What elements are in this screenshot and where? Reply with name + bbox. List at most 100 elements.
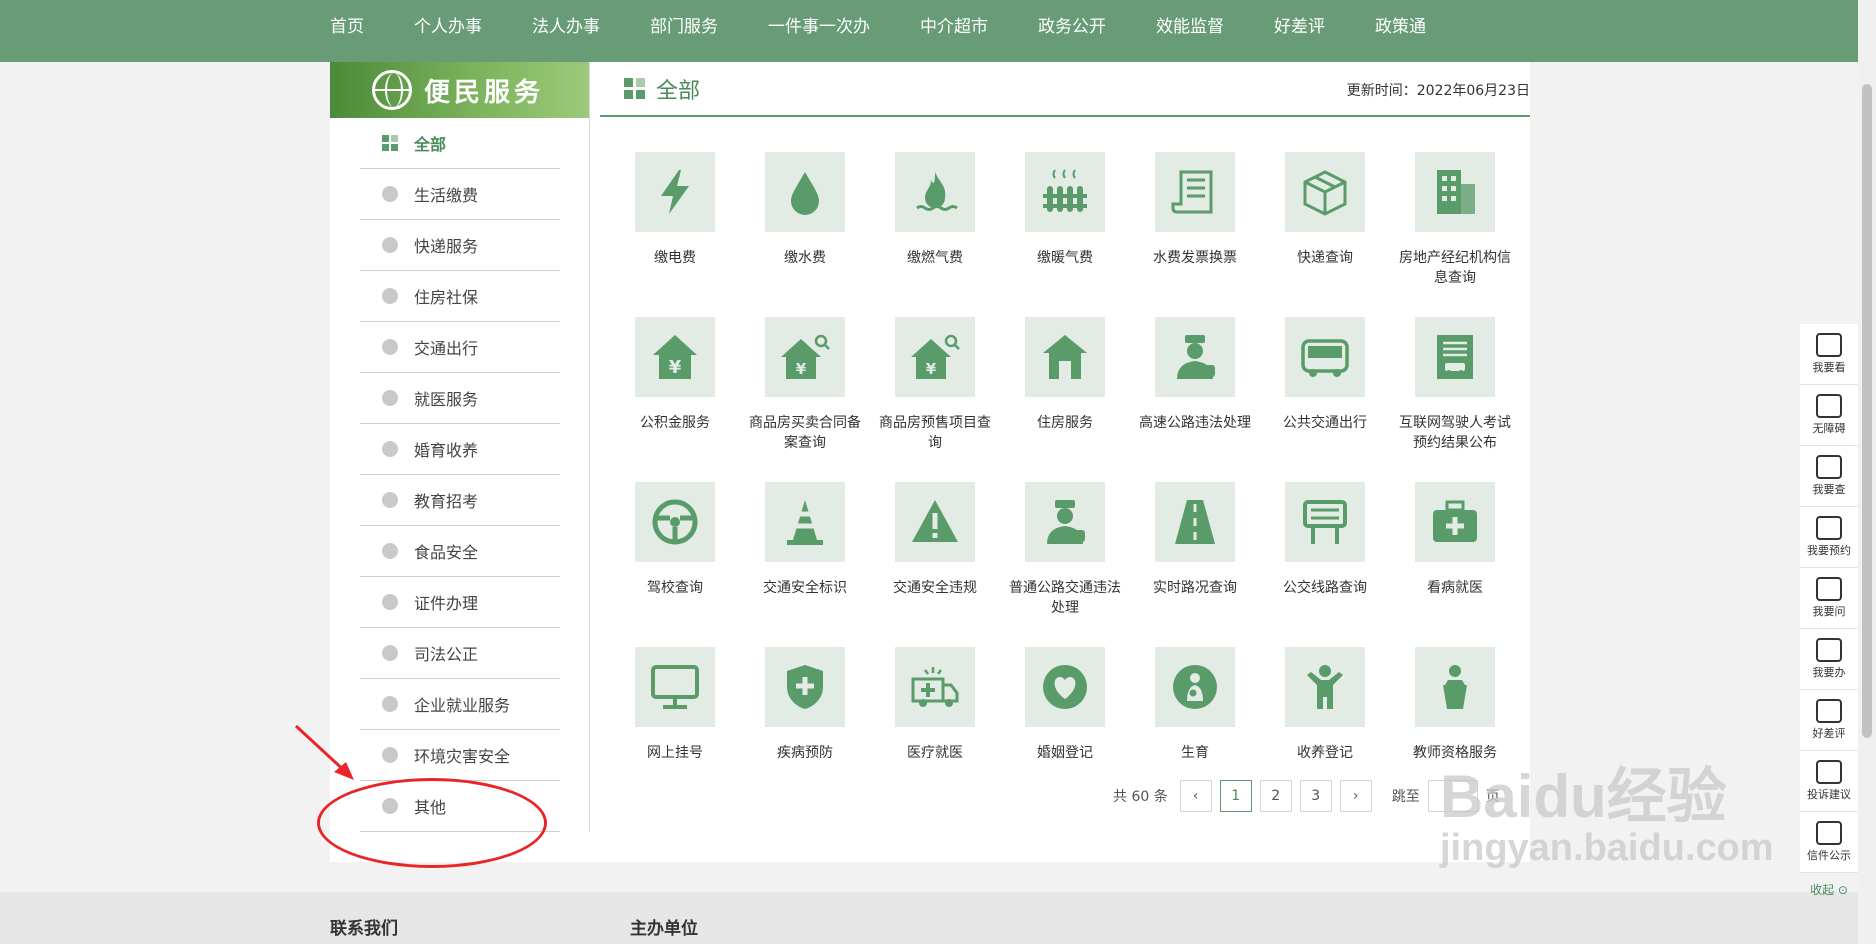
- service-tile[interactable]: 房地产经纪机构信息查询: [1390, 152, 1520, 317]
- shield-plus-icon[interactable]: [765, 647, 845, 727]
- right-toolbar-item[interactable]: 我要预约: [1800, 507, 1858, 568]
- sidebar-item[interactable]: 生活缴费: [360, 169, 560, 220]
- pager-prev-button[interactable]: ‹: [1179, 780, 1212, 812]
- sidebar-item[interactable]: 婚育收养: [360, 424, 560, 475]
- child-icon[interactable]: [1285, 647, 1365, 727]
- nav-item[interactable]: 好差评: [1274, 12, 1325, 37]
- service-label[interactable]: 住房服务: [1006, 413, 1124, 433]
- sidebar-item[interactable]: 交通出行: [360, 322, 560, 373]
- heart-icon[interactable]: [1025, 647, 1105, 727]
- road-icon[interactable]: [1155, 482, 1235, 562]
- service-label[interactable]: 水费发票换票: [1136, 248, 1254, 268]
- right-toolbar-item[interactable]: 我要办: [1800, 629, 1858, 690]
- sidebar-item[interactable]: 就医服务: [360, 373, 560, 424]
- teacher-podium-icon[interactable]: [1415, 647, 1495, 727]
- service-tile[interactable]: ¥ 公积金服务: [610, 317, 740, 482]
- nav-item[interactable]: 首页: [330, 12, 364, 37]
- right-toolbar-item[interactable]: 我要查: [1800, 446, 1858, 507]
- receipt-scroll-icon[interactable]: [1155, 152, 1235, 232]
- service-tile[interactable]: 交通安全标识: [740, 482, 870, 647]
- service-tile[interactable]: 看病就医: [1390, 482, 1520, 647]
- service-tile[interactable]: 公共交通出行: [1260, 317, 1390, 482]
- service-label[interactable]: 疾病预防: [746, 743, 864, 763]
- document-car-icon[interactable]: [1415, 317, 1495, 397]
- right-toolbar-item[interactable]: 我要看: [1800, 324, 1858, 385]
- service-tile[interactable]: 疾病预防: [740, 647, 870, 812]
- right-toolbar-item[interactable]: 无障碍: [1800, 385, 1858, 446]
- warning-triangle-icon[interactable]: [895, 482, 975, 562]
- nav-item[interactable]: 法人办事: [532, 12, 600, 37]
- service-label[interactable]: 缴暖气费: [1006, 248, 1124, 268]
- right-toolbar-item[interactable]: 好差评: [1800, 690, 1858, 751]
- sidebar-item[interactable]: 环境灾害安全: [360, 730, 560, 781]
- service-tile[interactable]: 缴燃气费: [870, 152, 1000, 317]
- steering-wheel-icon[interactable]: [635, 482, 715, 562]
- service-label[interactable]: 实时路况查询: [1136, 578, 1254, 598]
- mother-baby-icon[interactable]: [1155, 647, 1235, 727]
- service-label[interactable]: 驾校查询: [616, 578, 734, 598]
- house-search-icon[interactable]: ¥: [895, 317, 975, 397]
- nav-item[interactable]: 个人办事: [414, 12, 482, 37]
- sidebar-item[interactable]: 快递服务: [360, 220, 560, 271]
- parcel-box-icon[interactable]: [1285, 152, 1365, 232]
- house-yuan-icon[interactable]: ¥: [635, 317, 715, 397]
- service-label[interactable]: 公积金服务: [616, 413, 734, 433]
- collapse-button[interactable]: 收起 ⊙: [1800, 873, 1858, 905]
- service-label[interactable]: 医疗就医: [876, 743, 994, 763]
- scrollbar-thumb[interactable]: [1862, 84, 1872, 738]
- lightning-icon[interactable]: [635, 152, 715, 232]
- bus-icon[interactable]: [1285, 317, 1365, 397]
- service-label[interactable]: 看病就医: [1396, 578, 1514, 598]
- service-label[interactable]: 房地产经纪机构信息查询: [1396, 248, 1514, 288]
- service-tile[interactable]: ¥ 商品房买卖合同备案查询: [740, 317, 870, 482]
- house-icon[interactable]: [1025, 317, 1105, 397]
- sidebar-item[interactable]: 企业就业服务: [360, 679, 560, 730]
- service-label[interactable]: 公共交通出行: [1266, 413, 1384, 433]
- service-label[interactable]: 公交线路查询: [1266, 578, 1384, 598]
- service-tile[interactable]: 高速公路违法处理: [1130, 317, 1260, 482]
- service-label[interactable]: 收养登记: [1266, 743, 1384, 763]
- pager-next-button[interactable]: ›: [1339, 780, 1372, 812]
- bus-stop-sign-icon[interactable]: [1285, 482, 1365, 562]
- nav-item[interactable]: 政策通: [1375, 12, 1426, 37]
- service-label[interactable]: 普通公路交通违法处理: [1006, 578, 1124, 618]
- service-label[interactable]: 商品房预售项目查询: [876, 413, 994, 453]
- page-scrollbar[interactable]: [1858, 0, 1876, 944]
- ambulance-icon[interactable]: [895, 647, 975, 727]
- nav-item[interactable]: 中介超市: [920, 12, 988, 37]
- right-toolbar-item[interactable]: 信件公示: [1800, 812, 1858, 873]
- building-icon[interactable]: [1415, 152, 1495, 232]
- service-tile[interactable]: 互联网驾驶人考试预约结果公布: [1390, 317, 1520, 482]
- service-label[interactable]: 交通安全标识: [746, 578, 864, 598]
- service-tile[interactable]: 婚姻登记: [1000, 647, 1130, 812]
- service-label[interactable]: 缴燃气费: [876, 248, 994, 268]
- service-tile[interactable]: 住房服务: [1000, 317, 1130, 482]
- right-toolbar-item[interactable]: 投诉建议: [1800, 751, 1858, 812]
- house-search-icon[interactable]: ¥: [765, 317, 845, 397]
- service-tile[interactable]: 公交线路查询: [1260, 482, 1390, 647]
- sidebar-item[interactable]: 教育招考: [360, 475, 560, 526]
- pager-page-button[interactable]: 2: [1259, 780, 1292, 812]
- service-tile[interactable]: 交通安全违规: [870, 482, 1000, 647]
- service-label[interactable]: 婚姻登记: [1006, 743, 1124, 763]
- nav-item[interactable]: 政务公开: [1038, 12, 1106, 37]
- sidebar-item[interactable]: 全部: [360, 118, 560, 169]
- service-tile[interactable]: 缴电费: [610, 152, 740, 317]
- sidebar-item[interactable]: 证件办理: [360, 577, 560, 628]
- nav-item[interactable]: 部门服务: [650, 12, 718, 37]
- service-tile[interactable]: 快递查询: [1260, 152, 1390, 317]
- sidebar-item[interactable]: 司法公正: [360, 628, 560, 679]
- service-label[interactable]: 教师资格服务: [1396, 743, 1514, 763]
- service-tile[interactable]: 缴暖气费: [1000, 152, 1130, 317]
- service-tile[interactable]: 医疗就医: [870, 647, 1000, 812]
- nav-item[interactable]: 效能监督: [1156, 12, 1224, 37]
- nav-item[interactable]: 一件事一次办: [768, 12, 870, 37]
- service-label[interactable]: 缴水费: [746, 248, 864, 268]
- service-label[interactable]: 高速公路违法处理: [1136, 413, 1254, 433]
- monitor-icon[interactable]: [635, 647, 715, 727]
- flame-icon[interactable]: [895, 152, 975, 232]
- service-tile[interactable]: 网上挂号: [610, 647, 740, 812]
- service-tile[interactable]: 缴水费: [740, 152, 870, 317]
- service-tile[interactable]: 实时路况查询: [1130, 482, 1260, 647]
- water-drop-icon[interactable]: [765, 152, 845, 232]
